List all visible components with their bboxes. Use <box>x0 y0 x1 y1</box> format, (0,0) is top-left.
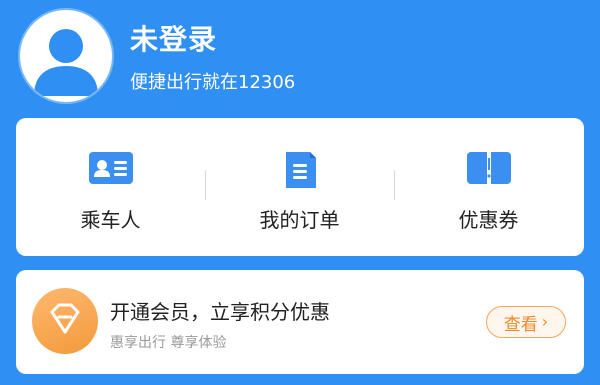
membership-promo-card[interactable]: 开通会员，立享积分优惠 惠享出行 尊享体验 查看 › <box>16 270 584 374</box>
view-button[interactable]: 查看 › <box>486 306 566 338</box>
menu-item-label: 乘车人 <box>80 208 141 232</box>
profile-header: 未登录 便捷出行就在12306 <box>0 0 600 118</box>
order-document-icon <box>278 148 322 196</box>
login-status-title[interactable]: 未登录 <box>130 18 217 58</box>
slogan-text: 便捷出行就在12306 <box>130 72 296 93</box>
membership-title: 开通会员，立享积分优惠 <box>110 300 330 324</box>
vip-badge <box>32 288 98 354</box>
menu-item-passengers[interactable]: 乘车人 <box>16 118 205 256</box>
coupon-icon <box>465 148 513 192</box>
id-card-icon <box>87 148 135 192</box>
view-button-label: 查看 <box>503 314 538 335</box>
quick-menu-card: 乘车人 我的订单 优惠券 <box>16 118 584 256</box>
membership-subtitle: 惠享出行 尊享体验 <box>110 335 227 351</box>
chevron-right-icon: › <box>541 312 549 331</box>
menu-item-label: 优惠券 <box>458 208 519 232</box>
menu-item-orders[interactable]: 我的订单 <box>205 118 394 256</box>
user-silhouette-icon <box>34 29 98 96</box>
diamond-icon <box>50 303 80 334</box>
avatar[interactable] <box>20 10 112 102</box>
menu-item-label: 我的订单 <box>259 208 340 232</box>
menu-item-coupons[interactable]: 优惠券 <box>394 118 583 256</box>
